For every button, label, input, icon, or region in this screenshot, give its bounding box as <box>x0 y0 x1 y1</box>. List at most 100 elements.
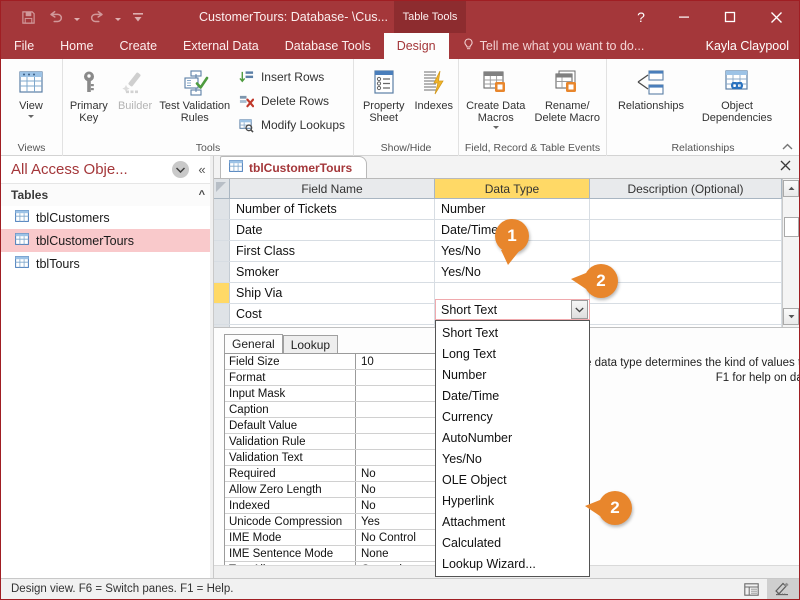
data-type-dropdown-list[interactable]: Short Text Long Text Number Date/Time Cu… <box>435 320 590 577</box>
scroll-down-icon[interactable] <box>783 308 799 325</box>
navigation-group-tables[interactable]: Tables ^ <box>1 184 213 206</box>
object-dependencies-icon <box>722 66 752 100</box>
view-button[interactable]: View <box>3 63 59 118</box>
cell-description[interactable] <box>590 262 782 282</box>
navigation-pane-menu-icon[interactable] <box>172 161 189 178</box>
cell-field-name[interactable]: Cost <box>230 304 435 324</box>
dropdown-option-yes-no[interactable]: Yes/No <box>436 448 589 469</box>
dropdown-option-attachment[interactable]: Attachment <box>436 511 589 532</box>
insert-rows-button[interactable]: Insert Rows <box>232 66 351 88</box>
dropdown-option-number[interactable]: Number <box>436 364 589 385</box>
tab-create[interactable]: Create <box>107 33 171 59</box>
customize-qat-icon[interactable] <box>125 5 151 29</box>
design-grid-scrollbar[interactable] <box>782 179 799 327</box>
row-selector[interactable] <box>214 304 230 324</box>
row-selector[interactable] <box>214 262 230 282</box>
test-validation-rules-button[interactable]: Test Validation Rules <box>158 63 232 124</box>
column-header-field-name[interactable]: Field Name <box>230 179 435 198</box>
builder-button[interactable]: Builder <box>113 63 158 112</box>
lightbulb-icon <box>463 37 474 55</box>
object-dependencies-button[interactable]: Object Dependencies <box>693 63 781 124</box>
tab-home[interactable]: Home <box>47 33 106 59</box>
indexes-button[interactable]: Indexes <box>411 63 456 112</box>
row-selector[interactable] <box>214 220 230 240</box>
cell-field-name[interactable]: Date <box>230 220 435 240</box>
chevron-down-icon[interactable] <box>571 300 588 319</box>
nav-item-tblCustomers[interactable]: tblCustomers <box>1 206 213 229</box>
rename-delete-macro-button[interactable]: Rename/ Delete Macro <box>531 63 604 124</box>
undo-icon[interactable] <box>43 5 69 29</box>
column-header-description[interactable]: Description (Optional) <box>590 179 782 198</box>
scrollbar-thumb[interactable] <box>783 217 799 237</box>
tab-file[interactable]: File <box>1 33 47 59</box>
table-row[interactable]: Smoker Yes/No <box>214 262 782 283</box>
callout-number: 2 <box>596 271 606 290</box>
navigation-pane-scrollbar[interactable] <box>210 156 213 579</box>
delete-rows-button[interactable]: Delete Rows <box>232 90 351 112</box>
data-type-combobox[interactable]: Short Text <box>435 299 590 320</box>
document-tab-tblCustomerTours[interactable]: tblCustomerTours <box>220 156 368 178</box>
cell-field-name[interactable]: First Class <box>230 241 435 261</box>
dropdown-option-currency[interactable]: Currency <box>436 406 589 427</box>
cell-data-type[interactable]: Number <box>435 199 590 219</box>
redo-dropdown-icon[interactable] <box>112 5 123 29</box>
dropdown-option-lookup-wizard[interactable]: Lookup Wizard... <box>436 553 589 574</box>
primary-key-label: Primary Key <box>69 100 108 124</box>
relationships-button[interactable]: Relationships <box>609 63 693 112</box>
close-document-icon[interactable] <box>780 159 791 174</box>
collapse-ribbon-icon[interactable] <box>779 140 795 154</box>
dropdown-option-hyperlink[interactable]: Hyperlink <box>436 490 589 511</box>
help-icon[interactable]: ? <box>621 1 661 33</box>
row-selector[interactable] <box>214 199 230 219</box>
collapse-navigation-pane-icon[interactable]: « <box>195 162 209 177</box>
navigation-pane-title: All Access Obje... <box>11 161 128 178</box>
dropdown-option-short-text[interactable]: Short Text <box>436 322 589 343</box>
row-selector[interactable] <box>214 241 230 261</box>
property-name: Caption <box>225 402 356 417</box>
dropdown-option-ole-object[interactable]: OLE Object <box>436 469 589 490</box>
cell-field-name[interactable]: Smoker <box>230 262 435 282</box>
design-view-button[interactable] <box>767 578 799 599</box>
cell-description[interactable] <box>590 283 782 303</box>
view-dropdown-icon[interactable] <box>28 115 34 118</box>
dropdown-option-calculated[interactable]: Calculated <box>436 532 589 553</box>
property-name: IME Mode <box>225 530 356 545</box>
property-name: Validation Text <box>225 450 356 465</box>
chevron-up-icon[interactable]: ^ <box>199 189 205 201</box>
save-icon[interactable] <box>15 5 41 29</box>
cell-description[interactable] <box>590 304 782 324</box>
cell-field-name[interactable]: Ship Via <box>230 283 435 303</box>
nav-item-tblCustomerTours[interactable]: tblCustomerTours <box>1 229 213 252</box>
undo-dropdown-icon[interactable] <box>71 5 82 29</box>
cell-description[interactable] <box>590 220 782 240</box>
close-icon[interactable] <box>753 1 799 33</box>
tab-general[interactable]: General <box>224 334 283 353</box>
table-row[interactable]: Number of Tickets Number <box>214 199 782 220</box>
nav-item-tblTours[interactable]: tblTours <box>1 252 213 275</box>
datasheet-view-button[interactable] <box>735 579 767 600</box>
dropdown-option-long-text[interactable]: Long Text <box>436 343 589 364</box>
column-header-data-type[interactable]: Data Type <box>435 179 590 198</box>
user-name[interactable]: Kayla Claypool <box>706 33 789 59</box>
tab-database-tools[interactable]: Database Tools <box>272 33 384 59</box>
tab-external-data[interactable]: External Data <box>170 33 272 59</box>
cell-description[interactable] <box>590 241 782 261</box>
create-data-macros-button[interactable]: Create Data Macros <box>461 63 531 129</box>
modify-lookups-button[interactable]: Modify Lookups <box>232 114 351 136</box>
primary-key-button[interactable]: Primary Key <box>65 63 113 124</box>
cell-description[interactable] <box>590 199 782 219</box>
scroll-up-icon[interactable] <box>783 180 799 197</box>
cell-data-type[interactable]: Yes/No <box>435 262 590 282</box>
property-sheet-button[interactable]: Property Sheet <box>356 63 411 124</box>
tab-design[interactable]: Design <box>383 33 449 59</box>
redo-icon[interactable] <box>84 5 110 29</box>
dropdown-option-date-time[interactable]: Date/Time <box>436 385 589 406</box>
maximize-icon[interactable] <box>707 1 753 33</box>
create-data-macros-dropdown-icon[interactable] <box>492 126 499 129</box>
cell-field-name[interactable]: Number of Tickets <box>230 199 435 219</box>
tell-me-search[interactable]: Tell me what you want to do... <box>449 33 644 59</box>
tab-lookup[interactable]: Lookup <box>282 335 339 353</box>
dropdown-option-autonumber[interactable]: AutoNumber <box>436 427 589 448</box>
row-selector-active[interactable] <box>214 283 230 303</box>
minimize-icon[interactable] <box>661 1 707 33</box>
